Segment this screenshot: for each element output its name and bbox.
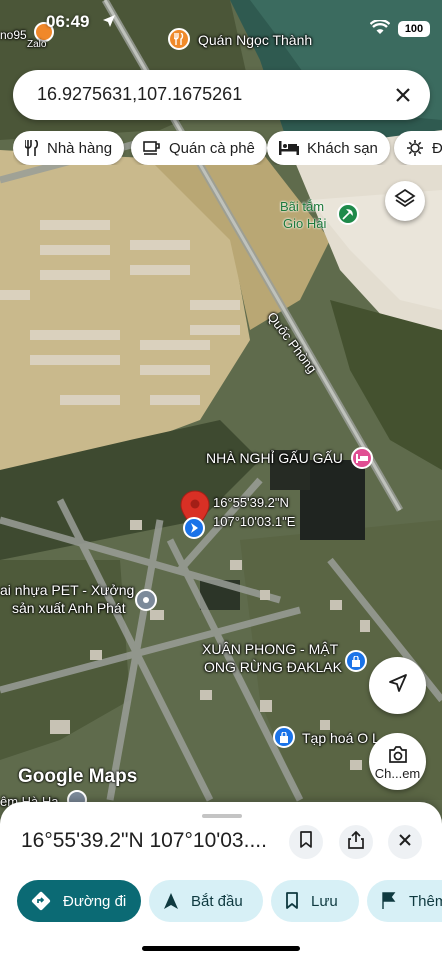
layers-button[interactable] [385,181,425,221]
hotel-poi-icon[interactable] [351,447,373,469]
search-query[interactable]: 16.9275631,107.1675261 [37,84,242,105]
chip-label: Nhà hàng [47,139,113,157]
start-label: Bắt đầu [191,892,243,910]
save-button[interactable]: Lưu [271,880,359,922]
map-label-xuong-line1[interactable]: ai nhựa PET - Xưởng [0,583,134,598]
chip-nha-hang[interactable]: Nhà hàng [13,131,125,165]
zalo-label: Zalo [27,39,47,50]
battery-indicator: 100 [398,21,430,37]
shop-poi-icon[interactable] [345,650,367,672]
search-bar[interactable]: 16.9275631,107.1675261 [13,70,430,120]
map-label-coord-lat: 16°55'39.2"N [213,495,289,510]
navigation-arrow-icon [163,892,179,910]
map-label-no95: no95 [0,28,27,42]
directions-label: Đường đi [63,892,127,910]
status-time: 06:49 [46,12,90,31]
close-icon [398,833,412,852]
chip-label: Khách sạn [307,139,378,157]
lens-button-label: Ch...em [374,766,421,781]
map-label-bai-tam[interactable]: Bãi tắm [280,199,324,214]
place-title: 16°55'39.2"N 107°10'03.... [21,829,267,852]
save-icon-button[interactable] [289,825,323,859]
map-label-xuan-phong-line1[interactable]: XUÂN PHONG - MẬT [202,642,338,657]
chip-khach-san[interactable]: Khách sạn [267,131,390,165]
camera-icon [406,139,424,157]
bookmark-icon [285,892,299,910]
home-indicator [142,946,300,951]
wifi-icon [369,18,391,41]
chip-label: Quán cà phê [169,139,255,157]
close-icon[interactable] [390,82,416,108]
more-label: Thêm [409,892,442,910]
directions-button[interactable]: Đường đi [17,880,141,922]
my-location-dot [183,517,205,539]
my-location-button[interactable] [369,657,426,714]
close-sheet-button[interactable] [388,825,422,859]
start-button[interactable]: Bắt đầu [149,880,263,922]
beach-poi-icon[interactable] [337,203,359,225]
navigation-arrow-icon [388,673,408,698]
bed-icon [279,141,299,155]
restaurant-poi-icon[interactable] [168,28,190,50]
chip-label: Đị [432,139,442,157]
map-label-nha-nghi[interactable]: NHÀ NGHỈ GẤU GẤU [206,451,343,466]
google-maps-logo: Google Maps [18,766,138,787]
more-button[interactable]: Thêm [367,880,442,922]
place-poi-icon[interactable] [135,589,157,611]
map-label-tap-hoa[interactable]: Tạp hoá O L [302,731,380,746]
sheet-grab-handle[interactable] [202,814,242,818]
map-label-xuong-line2[interactable]: sản xuất Anh Phát [12,601,126,616]
lens-button[interactable]: Ch...em [369,733,426,790]
map-label-coord-lng: 107°10'03.1"E [213,514,296,529]
share-icon [348,830,364,854]
map-label-quan-ngoc-thanh[interactable]: Quán Ngọc Thành [198,33,312,48]
flag-icon [381,892,397,910]
fork-knife-icon [25,140,39,156]
location-arrow-icon [102,14,116,33]
chip-quan-ca-phe[interactable]: Quán cà phê [131,131,267,165]
category-chips: Nhà hàng Quán cà phê Khách sạn Đị [13,131,442,165]
save-label: Lưu [311,892,338,910]
layers-icon [394,188,416,215]
chip-dia-diem[interactable]: Đị [394,131,442,165]
grocery-poi-icon[interactable] [273,726,295,748]
map-label-gio-hai[interactable]: Gio Hải [283,216,326,231]
place-bottom-sheet[interactable]: 16°55'39.2"N 107°10'03.... Đường đi Bắt … [0,802,442,960]
bookmark-icon [299,830,313,854]
coffee-icon [143,140,161,156]
directions-icon [31,891,51,911]
share-button[interactable] [339,825,373,859]
map-label-xuan-phong-line2[interactable]: ONG RỪNG ĐAKLAK [204,660,342,675]
